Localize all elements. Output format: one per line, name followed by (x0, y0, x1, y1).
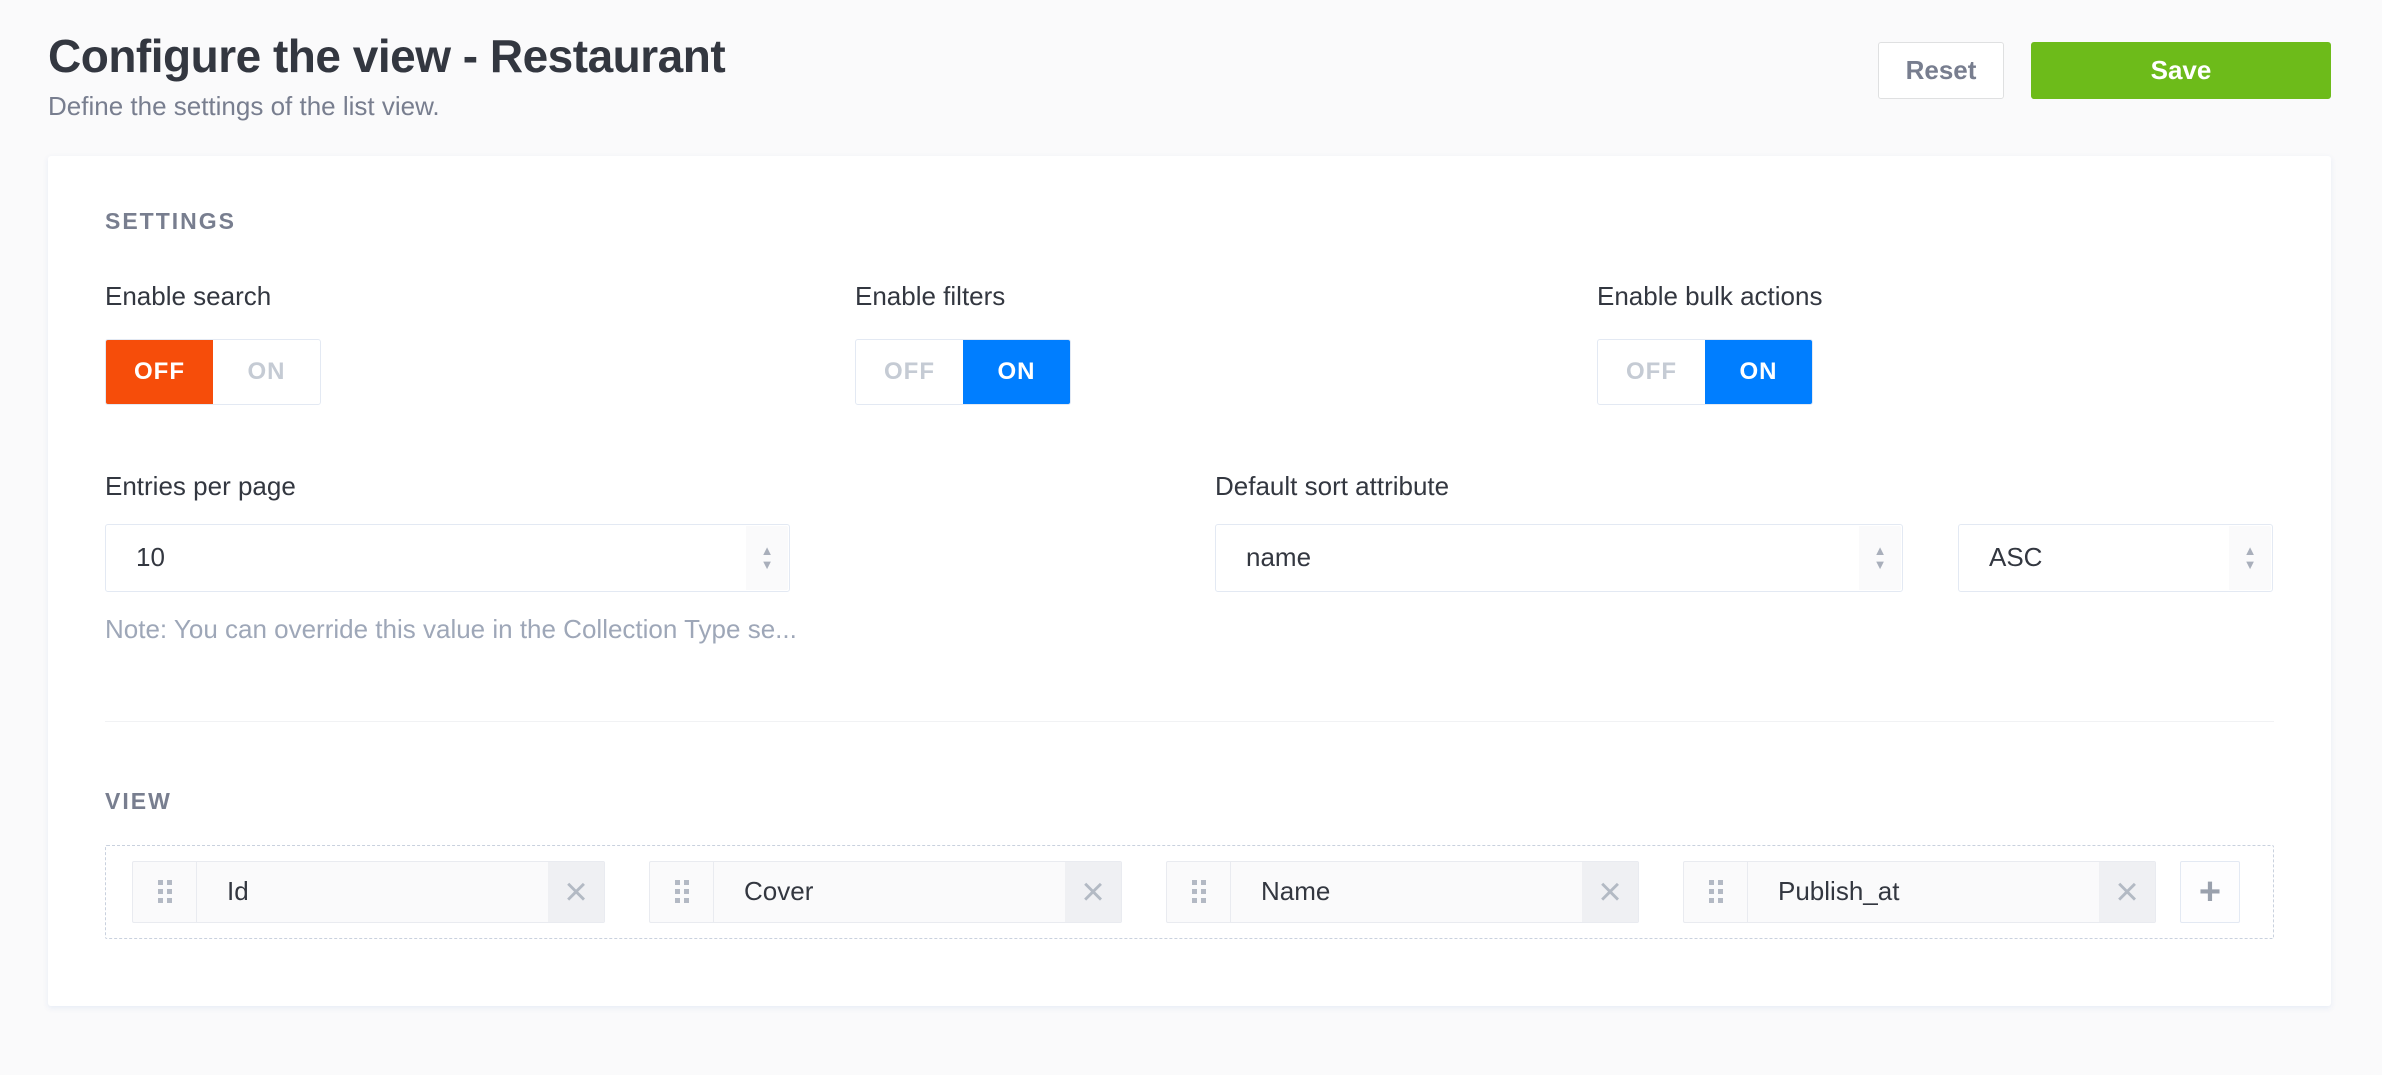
enable-bulk-actions-field: Enable bulk actions OFF ON (1597, 281, 2274, 405)
arrow-down-icon: ▼ (1874, 559, 1887, 570)
field-chip-label: Publish_at (1748, 862, 2099, 922)
drag-handle-icon[interactable] (133, 862, 197, 922)
close-icon: × (564, 872, 587, 912)
enable-filters-field: Enable filters OFF ON (855, 281, 1597, 405)
page-header-text: Configure the view - Restaurant Define t… (48, 30, 725, 122)
entries-per-page-value: 10 (136, 542, 165, 573)
entries-per-page-field: Entries per page 10 ▲ ▼ Note: You can ov… (105, 471, 790, 645)
default-sort-label: Default sort attribute (1215, 471, 1903, 502)
arrow-up-icon: ▲ (1874, 545, 1887, 556)
enable-search-toggle[interactable]: OFF ON (105, 339, 321, 405)
reset-button[interactable]: Reset (1878, 42, 2004, 99)
drag-handle-icon[interactable] (1684, 862, 1748, 922)
page-title: Configure the view - Restaurant (48, 30, 725, 83)
arrow-down-icon: ▼ (761, 559, 774, 570)
arrow-up-icon: ▲ (2244, 545, 2257, 556)
page-header: Configure the view - Restaurant Define t… (0, 0, 2382, 122)
remove-field-button[interactable]: × (548, 862, 604, 922)
enable-filters-label: Enable filters (855, 281, 1597, 312)
chevron-up-down-icon: ▲ ▼ (2229, 526, 2271, 590)
arrow-up-icon: ▲ (761, 545, 774, 556)
drag-handle-icon[interactable] (650, 862, 714, 922)
enable-filters-off-option[interactable]: OFF (856, 340, 963, 404)
remove-field-button[interactable]: × (1582, 862, 1638, 922)
sort-order-value: ASC (1989, 542, 2042, 573)
header-actions: Reset Save (1878, 42, 2331, 99)
default-sort-select[interactable]: name ▲ ▼ (1215, 524, 1903, 592)
sort-order-select[interactable]: ASC ▲ ▼ (1958, 524, 2273, 592)
field-chip-label: Name (1231, 862, 1582, 922)
close-icon: × (1598, 872, 1621, 912)
chevron-up-down-icon: ▲ ▼ (746, 526, 788, 590)
enable-bulk-actions-off-option[interactable]: OFF (1598, 340, 1705, 404)
entries-per-page-label: Entries per page (105, 471, 790, 502)
field-chip-publish-at[interactable]: Publish_at × (1683, 861, 2156, 923)
enable-search-on-option[interactable]: ON (213, 340, 320, 404)
enable-bulk-actions-label: Enable bulk actions (1597, 281, 2274, 312)
default-sort-value: name (1246, 542, 1311, 573)
enable-search-label: Enable search (105, 281, 855, 312)
toggle-row: Enable search OFF ON Enable filters OFF … (105, 281, 2274, 405)
view-section-title: VIEW (105, 788, 2274, 815)
enable-search-off-option[interactable]: OFF (106, 340, 213, 404)
field-chip-label: Id (197, 862, 548, 922)
selects-row: Entries per page 10 ▲ ▼ Note: You can ov… (105, 471, 2274, 645)
close-icon: × (2115, 872, 2138, 912)
settings-section-title: SETTINGS (105, 208, 2274, 235)
enable-search-field: Enable search OFF ON (105, 281, 855, 405)
plus-icon: + (2199, 873, 2221, 911)
configure-view-page: Configure the view - Restaurant Define t… (0, 0, 2382, 1006)
field-chip-label: Cover (714, 862, 1065, 922)
section-divider (105, 721, 2274, 722)
entries-per-page-select[interactable]: 10 ▲ ▼ (105, 524, 790, 592)
close-icon: × (1081, 872, 1104, 912)
chevron-up-down-icon: ▲ ▼ (1859, 526, 1901, 590)
entries-per-page-note: Note: You can override this value in the… (105, 614, 790, 645)
enable-bulk-actions-on-option[interactable]: ON (1705, 340, 1812, 404)
remove-field-button[interactable]: × (1065, 862, 1121, 922)
page-subtitle: Define the settings of the list view. (48, 91, 725, 122)
save-button[interactable]: Save (2031, 42, 2331, 99)
field-chip-cover[interactable]: Cover × (649, 861, 1122, 923)
remove-field-button[interactable]: × (2099, 862, 2155, 922)
drag-handle-icon[interactable] (1167, 862, 1231, 922)
add-field-button[interactable]: + (2180, 861, 2240, 923)
arrow-down-icon: ▼ (2244, 559, 2257, 570)
default-sort-field: Default sort attribute name ▲ ▼ (1215, 471, 1903, 592)
settings-card: SETTINGS Enable search OFF ON Enable fil… (48, 156, 2331, 1006)
field-chip-name[interactable]: Name × (1166, 861, 1639, 923)
enable-filters-toggle[interactable]: OFF ON (855, 339, 1071, 405)
field-drop-zone: Id × Cover × Name × (105, 845, 2274, 939)
enable-bulk-actions-toggle[interactable]: OFF ON (1597, 339, 1813, 405)
enable-filters-on-option[interactable]: ON (963, 340, 1070, 404)
field-chip-id[interactable]: Id × (132, 861, 605, 923)
sort-order-field: ASC ▲ ▼ (1958, 471, 2273, 592)
